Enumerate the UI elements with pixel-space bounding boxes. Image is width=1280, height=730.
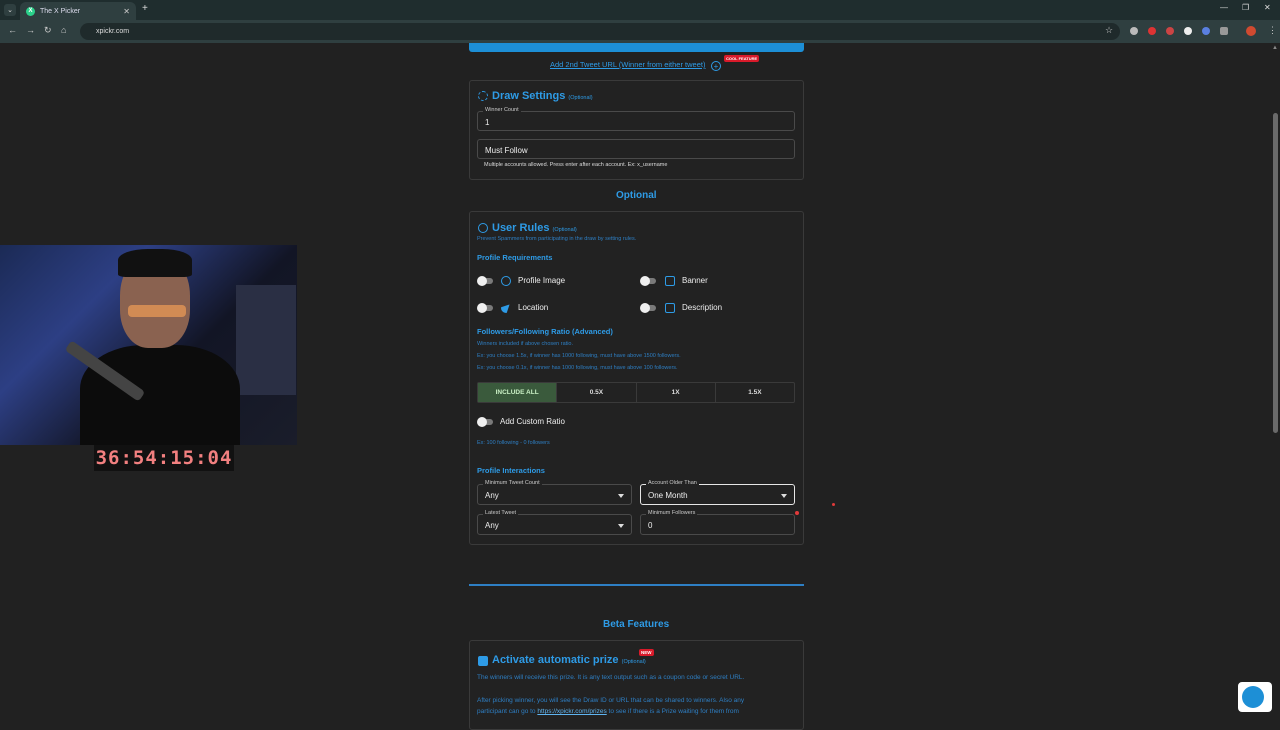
ratio-example-2: Ex: you choose 0.1x, if winner has 1000 … — [477, 365, 678, 371]
ratio-1x-button[interactable]: 1X — [637, 383, 716, 402]
banner-label: Banner — [682, 276, 708, 285]
location-toggle[interactable] — [477, 303, 493, 313]
extension-icon[interactable] — [1130, 27, 1138, 35]
address-bar-row: ← → ↻ ⌂ xpickr.com ☆ ⋮ — [0, 20, 1280, 43]
stream-timer: 36:54:15:04 — [94, 445, 234, 471]
webcam-overlay — [0, 245, 297, 445]
ratio-1-5x-button[interactable]: 1.5X — [716, 383, 794, 402]
location-label: Location — [518, 303, 549, 312]
description-toggle[interactable] — [640, 303, 656, 313]
user-circle-icon — [501, 276, 511, 286]
browser-tab-strip: ⌄ X The X Picker ✕ + — ❐ ✕ — [0, 0, 1280, 20]
profile-interactions-heading: Profile Interactions — [477, 466, 545, 475]
profile-requirements-heading: Profile Requirements — [477, 253, 553, 262]
user-settings-icon — [478, 223, 488, 233]
ratio-note: Winners included if above chosen ratio. — [477, 341, 573, 347]
home-icon[interactable]: ⌂ — [61, 25, 66, 35]
browser-tab[interactable]: X The X Picker ✕ — [20, 2, 136, 20]
reload-icon[interactable]: ↻ — [44, 25, 52, 36]
bookmark-star-icon[interactable]: ☆ — [1105, 25, 1113, 36]
custom-ratio-toggle[interactable] — [477, 417, 493, 427]
extension-icon[interactable] — [1166, 27, 1174, 35]
extensions-puzzle-icon[interactable] — [1220, 27, 1228, 35]
automatic-prize-title: Activate automatic prize (Optional) — [492, 654, 646, 666]
add-second-tweet-link[interactable]: Add 2nd Tweet URL (Winner from either tw… — [550, 60, 705, 69]
tab-close-icon[interactable]: ✕ — [123, 7, 130, 16]
ratio-include-all-button[interactable]: INCLUDE ALL — [478, 383, 558, 402]
latest-tweet-select[interactable]: Latest Tweet Any — [477, 510, 632, 535]
profile-image-label: Profile Image — [518, 276, 566, 285]
min-tweet-count-select[interactable]: Minimum Tweet Count Any — [477, 480, 632, 505]
scrollbar-thumb[interactable] — [1273, 113, 1278, 433]
min-followers-label: Minimum Followers — [646, 510, 698, 516]
account-older-than-label: Account Older Than — [646, 480, 699, 486]
user-rules-title: User Rules (Optional) — [492, 222, 577, 234]
account-older-than-value: One Month — [648, 491, 688, 500]
extension-icon[interactable] — [1202, 27, 1210, 35]
ratio-example-1: Ex: you choose 1.5x, if winner has 1000 … — [477, 353, 681, 359]
profile-avatar[interactable] — [1246, 26, 1256, 36]
gift-icon — [478, 656, 488, 666]
draw-settings-title: Draw Settings (Optional) — [492, 90, 593, 102]
min-tweet-count-value: Any — [485, 491, 499, 500]
chevron-down-icon — [618, 494, 624, 498]
custom-ratio-label: Add Custom Ratio — [500, 417, 565, 426]
chevron-down-icon — [781, 494, 787, 498]
latest-tweet-label: Latest Tweet — [483, 510, 519, 516]
chevron-down-icon — [618, 524, 624, 528]
tab-title: The X Picker — [40, 7, 81, 15]
latest-tweet-value: Any — [485, 521, 499, 530]
add-tweet-plus-icon[interactable]: + — [711, 61, 721, 71]
winner-count-label: Winner Count — [483, 107, 521, 113]
min-followers-value: 0 — [648, 521, 653, 530]
custom-ratio-example: Ex: 100 following - 0 followers — [477, 440, 550, 446]
image-icon — [665, 276, 675, 286]
ratio-0-5x-button[interactable]: 0.5X — [557, 383, 637, 402]
extension-icon[interactable] — [1148, 27, 1156, 35]
url-field[interactable]: xpickr.com — [80, 23, 1120, 40]
prize-description-3: participant can go to https://xpickr.com… — [477, 708, 739, 715]
winner-count-field[interactable]: Winner Count 1 — [477, 107, 795, 131]
browser-menu-icon[interactable]: ⋮ — [1268, 25, 1277, 36]
ratio-heading: Followers/Following Ratio (Advanced) — [477, 327, 613, 336]
min-tweet-count-label: Minimum Tweet Count — [483, 480, 542, 486]
section-divider — [469, 584, 804, 586]
scroll-up-arrow-icon[interactable]: ▲ — [1272, 45, 1278, 51]
must-follow-input[interactable]: Must Follow — [477, 139, 795, 159]
corner-logo-icon — [1238, 682, 1272, 712]
must-follow-help: Multiple accounts allowed. Press enter a… — [484, 162, 668, 168]
tab-search-icon[interactable]: ⌄ — [4, 4, 16, 16]
prizes-link[interactable]: https://xpickr.com/prizes — [537, 708, 606, 715]
edit-icon — [665, 303, 675, 313]
url-text: xpickr.com — [96, 28, 130, 35]
window-close-icon[interactable]: ✕ — [1264, 3, 1271, 12]
prize-description-2: After picking winner, you will see the D… — [477, 697, 745, 704]
cursor-dot — [795, 511, 799, 515]
prize-description-1: The winners will receive this prize. It … — [477, 674, 745, 681]
new-badge: NEW — [639, 649, 654, 656]
forward-icon[interactable]: → — [26, 25, 35, 35]
new-tab-icon[interactable]: + — [142, 3, 148, 14]
must-follow-placeholder: Must Follow — [485, 146, 528, 155]
beta-features-heading: Beta Features — [603, 619, 670, 630]
user-rules-subtitle: Prevent Spammers from participating in t… — [477, 236, 637, 242]
site-favicon-icon: X — [26, 6, 35, 16]
winner-count-value: 1 — [485, 118, 490, 127]
description-label: Description — [682, 303, 723, 312]
back-icon[interactable]: ← — [8, 25, 17, 35]
minimize-icon[interactable]: — — [1220, 3, 1228, 12]
ratio-button-group: INCLUDE ALL 0.5X 1X 1.5X — [477, 382, 795, 403]
extension-icon[interactable] — [1184, 27, 1192, 35]
maximize-icon[interactable]: ❐ — [1242, 3, 1249, 12]
pick-winner-button[interactable] — [469, 43, 804, 52]
min-followers-input[interactable]: Minimum Followers 0 — [640, 510, 795, 535]
gear-icon — [478, 91, 488, 101]
banner-toggle[interactable] — [640, 276, 656, 286]
profile-image-toggle[interactable] — [477, 276, 493, 286]
cool-feature-badge: COOL FEATURE — [724, 55, 760, 62]
account-older-than-select[interactable]: Account Older Than One Month — [640, 480, 795, 505]
optional-heading: Optional — [616, 190, 657, 201]
cursor-dot — [832, 503, 835, 506]
